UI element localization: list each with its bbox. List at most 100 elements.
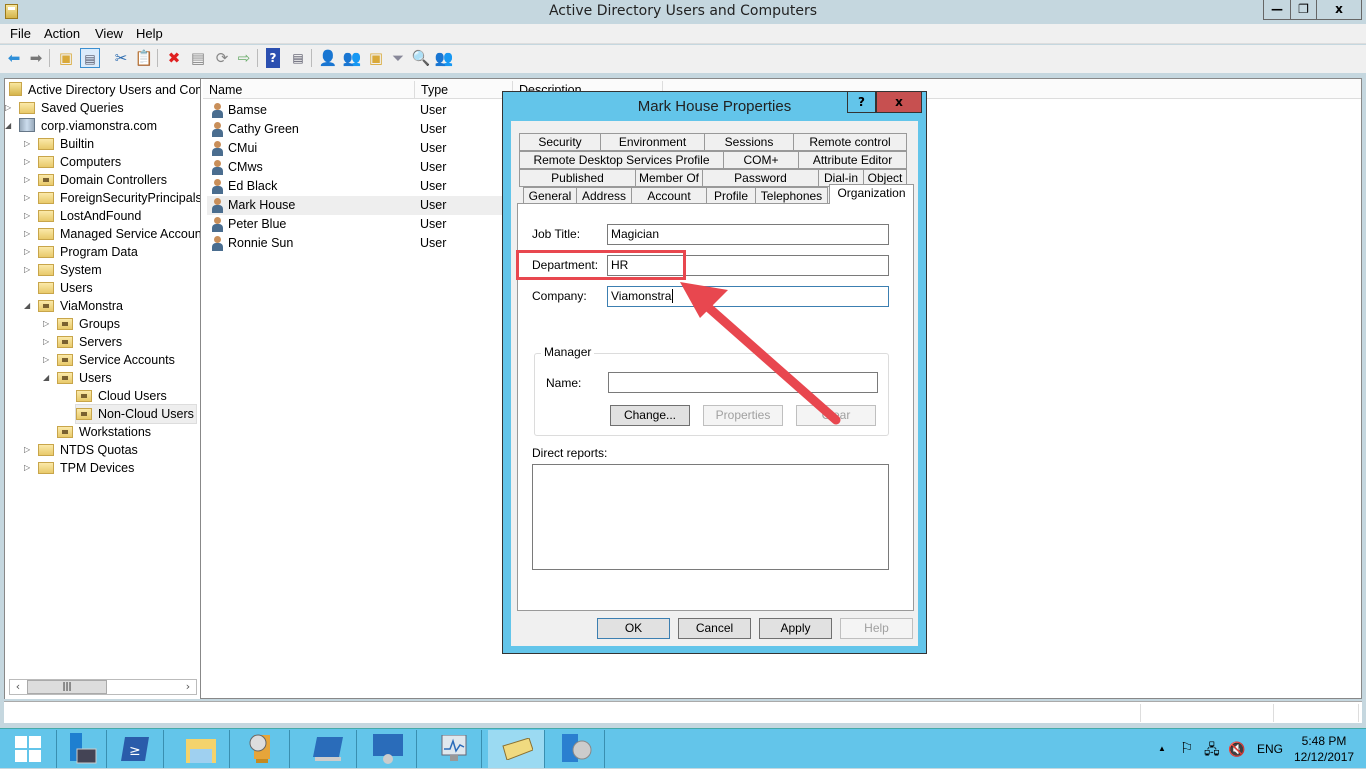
help-icon[interactable]: ? xyxy=(266,48,280,68)
clipboard-icon[interactable]: 📋 xyxy=(134,48,154,68)
tree-item[interactable]: ▷ Computers xyxy=(24,153,121,171)
tab-sessions[interactable]: Sessions xyxy=(704,133,794,151)
tree-item[interactable]: Cloud Users xyxy=(76,387,167,405)
action-center-flag-icon[interactable]: ⚐ xyxy=(1180,729,1193,769)
collapsed-arrow-icon[interactable]: ▷ xyxy=(5,99,15,117)
taskbar-powershell-ise[interactable] xyxy=(300,730,357,768)
collapsed-arrow-icon[interactable]: ▷ xyxy=(24,243,34,261)
tree-item[interactable]: ◢ ViaMonstra xyxy=(24,297,123,315)
close-button[interactable]: x xyxy=(1316,0,1362,20)
tab-security[interactable]: Security xyxy=(519,133,601,151)
collapsed-arrow-icon[interactable]: ▷ xyxy=(24,189,34,207)
tree-item[interactable]: ▷ Domain Controllers xyxy=(24,171,167,189)
properties-icon[interactable]: ▤ xyxy=(188,48,208,68)
tree-item[interactable]: ▷ Builtin xyxy=(24,135,94,153)
find-icon[interactable]: 🔍 xyxy=(411,48,431,68)
taskbar-control-panel[interactable] xyxy=(360,730,417,768)
job-title-input[interactable]: Magician xyxy=(607,224,889,245)
tab-member-of[interactable]: Member Of xyxy=(635,169,703,187)
tab-com-plus[interactable]: COM+ xyxy=(723,151,799,169)
restore-button[interactable]: ❐ xyxy=(1290,0,1317,20)
ok-button[interactable]: OK xyxy=(597,618,670,639)
forward-icon[interactable]: ➡ xyxy=(26,48,46,68)
collapsed-arrow-icon[interactable]: ▷ xyxy=(24,207,34,225)
help-button[interactable]: Help xyxy=(840,618,913,639)
apply-button[interactable]: Apply xyxy=(759,618,832,639)
collapsed-arrow-icon[interactable]: ▷ xyxy=(24,153,34,171)
collapsed-arrow-icon[interactable]: ▷ xyxy=(24,459,34,477)
tree-item[interactable]: ▷ LostAndFound xyxy=(24,207,141,225)
tree-item[interactable]: ▷ NTDS Quotas xyxy=(24,441,138,459)
column-header-name[interactable]: Name xyxy=(203,81,415,99)
collapsed-arrow-icon[interactable]: ▷ xyxy=(43,351,53,369)
tree-item[interactable]: ▷ System xyxy=(24,261,102,279)
tree-item[interactable]: ◢ Users xyxy=(43,369,112,387)
collapsed-arrow-icon[interactable]: ▷ xyxy=(24,171,34,189)
start-button[interactable] xyxy=(0,730,57,768)
expanded-arrow-icon[interactable]: ◢ xyxy=(43,369,53,387)
dialog-help-button[interactable]: ? xyxy=(847,92,876,113)
user-row[interactable]: CMws User xyxy=(207,158,503,177)
tree-item[interactable]: Workstations xyxy=(57,423,151,441)
user-row[interactable]: Cathy Green User xyxy=(207,120,503,139)
tree-item[interactable]: ◢ corp.viamonstra.com xyxy=(5,117,157,135)
tree-item[interactable]: ▷ TPM Devices xyxy=(24,459,134,477)
tree-item[interactable]: ▷ Servers xyxy=(43,333,122,351)
taskbar-task-scheduler[interactable] xyxy=(233,730,290,768)
export-list-icon[interactable]: ⇨ xyxy=(234,48,254,68)
clear-manager-button[interactable]: Clear xyxy=(796,405,876,426)
cut-icon[interactable]: ✂ xyxy=(111,48,131,68)
collapsed-arrow-icon[interactable]: ▷ xyxy=(43,315,53,333)
user-row[interactable]: Bamse User xyxy=(207,101,503,120)
scroll-right-button[interactable]: › xyxy=(180,680,196,694)
user-row[interactable]: Ronnie Sun User xyxy=(207,234,503,253)
direct-reports-list[interactable] xyxy=(532,464,889,570)
taskbar-server-manager[interactable] xyxy=(57,730,107,768)
tab-organization[interactable]: Organization xyxy=(829,184,914,204)
expanded-arrow-icon[interactable]: ◢ xyxy=(5,117,15,135)
tab-remote-desktop-services-profile[interactable]: Remote Desktop Services Profile xyxy=(519,151,724,169)
new-group-icon[interactable]: 👥 xyxy=(342,48,362,68)
taskbar-performance-monitor[interactable] xyxy=(425,730,482,768)
collapsed-arrow-icon[interactable]: ▷ xyxy=(24,441,34,459)
user-row[interactable]: Peter Blue User xyxy=(207,215,503,234)
new-ou-icon[interactable]: ▣ xyxy=(366,48,386,68)
show-hidden-icons-button[interactable]: ▲ xyxy=(1158,729,1166,769)
delete-icon[interactable]: ✖ xyxy=(164,48,184,68)
expanded-arrow-icon[interactable]: ◢ xyxy=(24,297,34,315)
user-row[interactable]: Ed Black User xyxy=(207,177,503,196)
collapsed-arrow-icon[interactable]: ▷ xyxy=(24,135,34,153)
tree-item[interactable]: ▷ Service Accounts xyxy=(43,351,175,369)
language-indicator[interactable]: ENG xyxy=(1257,729,1283,769)
tree-item[interactable]: ▷ Groups xyxy=(43,315,120,333)
tab-environment[interactable]: Environment xyxy=(600,133,705,151)
collapsed-arrow-icon[interactable]: ▷ xyxy=(24,261,34,279)
tab-password-replication[interactable]: Password Replication xyxy=(702,169,819,201)
filter-icon[interactable]: ⏷ xyxy=(388,48,408,68)
tree-horizontal-scrollbar[interactable]: ‹ ||| › xyxy=(9,679,197,695)
department-input[interactable]: HR xyxy=(607,255,889,276)
refresh-icon[interactable]: ⟳ xyxy=(212,48,232,68)
tree-root[interactable]: Active Directory Users and Com xyxy=(9,81,200,99)
tree-item[interactable]: Non-Cloud Users xyxy=(75,404,197,424)
tree-item[interactable]: ▷ Managed Service Accounts xyxy=(24,225,200,243)
column-header-type[interactable]: Type xyxy=(415,81,513,99)
add-to-group-icon[interactable]: 👥 xyxy=(434,48,454,68)
collapsed-arrow-icon[interactable]: ▷ xyxy=(24,225,34,243)
minimize-button[interactable]: — xyxy=(1263,0,1291,20)
scroll-left-button[interactable]: ‹ xyxy=(10,680,26,694)
tab-attribute-editor[interactable]: Attribute Editor xyxy=(798,151,907,169)
change-manager-button[interactable]: Change... xyxy=(610,405,690,426)
volume-muted-icon[interactable]: 🔇 xyxy=(1228,729,1245,769)
clock[interactable]: 5:48 PM 12/12/2017 xyxy=(1294,733,1354,765)
menu-file[interactable]: File xyxy=(10,26,31,41)
user-row[interactable]: CMui User xyxy=(207,139,503,158)
cancel-button[interactable]: Cancel xyxy=(678,618,751,639)
tree-item[interactable]: Users xyxy=(38,279,93,297)
tab-published-certificates[interactable]: Published Certificates xyxy=(519,169,636,201)
company-input[interactable]: Viamonstra xyxy=(607,286,889,307)
menu-action[interactable]: Action xyxy=(44,26,80,41)
console-tree-icon[interactable]: ▤ xyxy=(80,48,100,68)
tree-item[interactable]: ▷ Saved Queries xyxy=(5,99,124,117)
user-row[interactable]: Mark House User xyxy=(207,196,503,215)
